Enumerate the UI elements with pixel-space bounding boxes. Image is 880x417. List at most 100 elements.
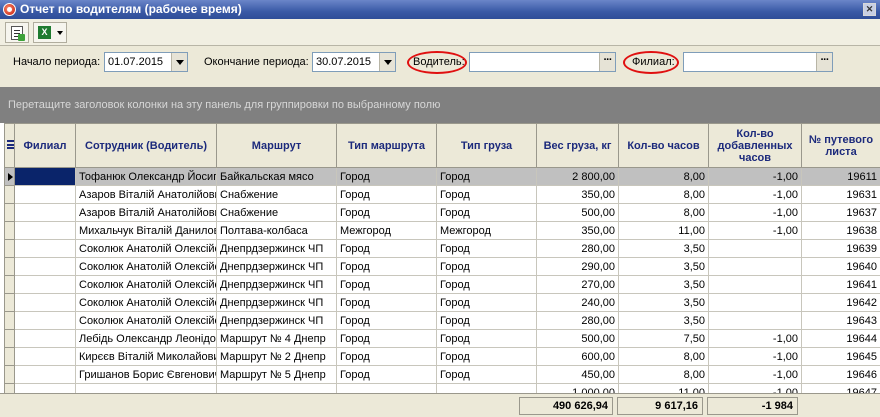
table-cell[interactable]: 19642 [801,293,880,312]
table-cell[interactable] [708,257,802,276]
table-row[interactable]: Азаров Віталій Анатолійович Снабжение Горо… [4,203,880,222]
table-cell[interactable]: Соколюк Анатолій Олексійович [75,293,217,312]
table-cell[interactable]: 270,00 [536,275,619,294]
table-cell[interactable]: 19631 [801,185,880,204]
row-indicator[interactable] [4,293,15,312]
table-cell[interactable] [14,311,76,330]
table-cell[interactable]: Город [436,293,537,312]
report-button[interactable] [5,22,29,43]
table-row[interactable]: Лебідь Олександр ЛеонідовичМаршрут № 4 Д… [4,329,880,348]
table-cell[interactable]: Город [436,329,537,348]
table-cell[interactable]: Город [436,167,537,186]
table-cell[interactable]: 280,00 [536,239,619,258]
excel-export-button[interactable]: X [33,22,67,43]
branch-browse-button[interactable]: ··· [816,53,832,71]
table-cell[interactable]: Город [336,311,437,330]
table-cell[interactable]: Соколюк Анатолій Олексійович [75,257,217,276]
table-cell[interactable]: 7,50 [618,329,709,348]
group-by-panel[interactable]: Перетащите заголовок колонки на эту пане… [0,87,880,123]
table-cell[interactable] [708,239,802,258]
column-header-route[interactable]: Маршрут [216,123,337,168]
table-cell[interactable]: 450,00 [536,365,619,384]
table-cell[interactable]: Днепрдзержинск ЧП [216,293,337,312]
table-row[interactable]: Азаров Віталій Анатолійович Снабжение Горо… [4,185,880,204]
table-cell[interactable] [708,311,802,330]
table-cell[interactable]: -1,00 [708,167,802,186]
table-cell[interactable]: Город [436,275,537,294]
row-indicator[interactable] [4,275,15,294]
row-indicator[interactable] [4,347,15,366]
table-cell[interactable]: Город [336,239,437,258]
column-header-added-hours[interactable]: Кол-во добавленных часов [708,123,802,168]
table-cell[interactable]: 350,00 [536,185,619,204]
table-row[interactable]: Гришанов Борис Євгенович Маршрут № 5 Днеп… [4,365,880,384]
table-row[interactable]: Кирєєв Віталій Миколайович Маршрут № 2 Дн… [4,347,880,366]
table-cell[interactable] [14,329,76,348]
table-cell[interactable]: 19641 [801,275,880,294]
table-cell[interactable]: Межгород [336,221,437,240]
table-cell[interactable]: 290,00 [536,257,619,276]
period-end-dropdown[interactable] [379,53,395,71]
table-cell[interactable]: Маршрут № 4 Днепр [216,329,337,348]
table-row[interactable]: Соколюк Анатолій ОлексійовичДнепрдзержин… [4,293,880,312]
table-cell[interactable]: -1,00 [708,203,802,222]
table-cell[interactable]: Город [336,329,437,348]
driver-browse-button[interactable]: ··· [599,53,615,71]
table-cell[interactable]: 8,00 [618,347,709,366]
table-cell[interactable]: 19646 [801,365,880,384]
column-header-driver[interactable]: Сотрудник (Водитель) [75,123,217,168]
table-cell[interactable]: Соколюк Анатолій Олексійович [75,311,217,330]
table-cell[interactable]: 500,00 [536,203,619,222]
table-cell[interactable] [14,221,76,240]
table-cell[interactable] [14,257,76,276]
table-cell[interactable] [14,347,76,366]
row-indicator[interactable] [4,239,15,258]
row-indicator[interactable] [4,167,15,186]
table-cell[interactable]: 500,00 [536,329,619,348]
table-cell[interactable]: 3,50 [618,275,709,294]
table-cell[interactable]: Снабжение [216,203,337,222]
period-end-input[interactable]: 30.07.2015 [312,52,396,72]
table-cell[interactable]: 19611 [801,167,880,186]
chevron-down-icon[interactable] [57,31,63,35]
row-indicator[interactable] [4,257,15,276]
driver-input[interactable]: ··· [469,52,616,72]
row-indicator[interactable] [4,221,15,240]
table-cell[interactable]: -1,00 [708,347,802,366]
column-header-cargo-type[interactable]: Тип груза [436,123,537,168]
table-cell[interactable]: Межгород [436,221,537,240]
table-row[interactable]: Михальчук Віталій Данилович Полтава-колба… [4,221,880,240]
table-cell[interactable]: Город [336,293,437,312]
table-cell[interactable]: Михальчук Віталій Данилович [75,221,217,240]
table-cell[interactable] [14,167,76,186]
table-cell[interactable]: Гришанов Борис Євгенович [75,365,217,384]
table-cell[interactable] [14,275,76,294]
table-cell[interactable] [14,293,76,312]
table-cell[interactable]: 600,00 [536,347,619,366]
table-row[interactable]: Соколюк Анатолій ОлексійовичДнепрдзержин… [4,239,880,258]
table-cell[interactable] [14,185,76,204]
table-cell[interactable] [14,239,76,258]
close-button[interactable]: ✕ [863,3,876,16]
table-cell[interactable]: Город [436,311,537,330]
table-cell[interactable]: Снабжение [216,185,337,204]
table-cell[interactable]: Город [336,185,437,204]
table-cell[interactable]: Днепрдзержинск ЧП [216,311,337,330]
table-cell[interactable]: 19643 [801,311,880,330]
column-header-waybill-number[interactable]: № путевого листа [801,123,880,168]
table-cell[interactable]: Соколюк Анатолій Олексійович [75,239,217,258]
table-row[interactable]: Соколюк Анатолій ОлексійовичДнепрдзержин… [4,257,880,276]
table-cell[interactable]: Днепрдзержинск ЧП [216,239,337,258]
table-cell[interactable]: 3,50 [618,311,709,330]
row-indicator[interactable] [4,311,15,330]
table-cell[interactable]: -1,00 [708,365,802,384]
table-cell[interactable]: Город [336,203,437,222]
row-indicator[interactable] [4,365,15,384]
table-cell[interactable]: Лебідь Олександр Леонідович [75,329,217,348]
table-row[interactable]: Соколюк Анатолій ОлексійовичДнепрдзержин… [4,311,880,330]
table-cell[interactable]: 11,00 [618,221,709,240]
table-cell[interactable]: Маршрут № 2 Днепр [216,347,337,366]
table-cell[interactable] [14,365,76,384]
table-cell[interactable]: 8,00 [618,365,709,384]
column-header-cargo-weight[interactable]: Вес груза, кг [536,123,619,168]
